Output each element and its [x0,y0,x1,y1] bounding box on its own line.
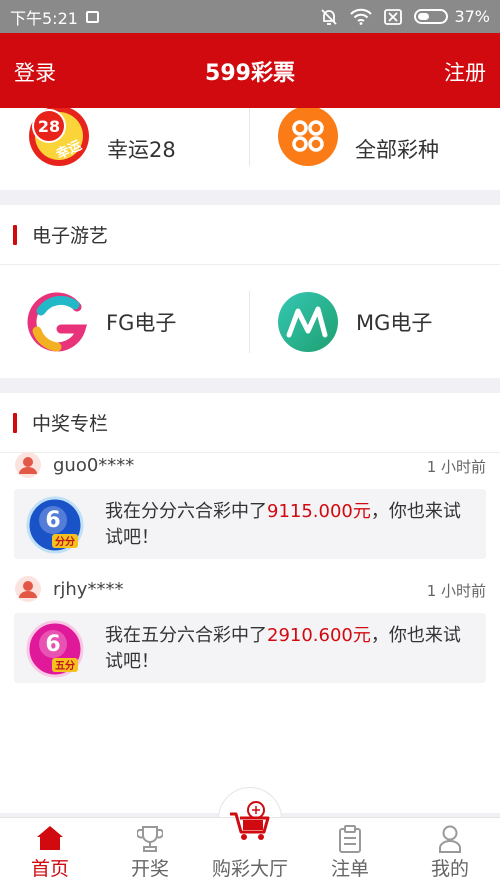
winner-message[interactable]: 6 五分 我在五分六合彩中了2910.600元，你也来试试吧！ [14,613,486,683]
tab-label: 购彩大厅 [211,858,288,880]
tab-home[interactable]: 首页 [0,818,100,888]
section-header: 中奖专栏 [0,393,500,453]
lottery-ball-icon: 6 五分 [26,620,84,678]
game-label: MG电子 [356,310,433,335]
winner-time: 1 小时前 [426,582,486,600]
lottery-row: 28 幸运 幸运28 全部彩种 [0,108,500,190]
tab-lottery-hall[interactable]: 购彩大厅 [200,801,300,888]
cart-icon [230,801,270,840]
games-section: 电子游艺 FG电子 MG电子 [0,205,500,378]
win-amount: 2910.600元 [267,625,371,646]
user-icon [439,825,461,853]
fg-logo-icon [27,291,88,352]
svg-text:6: 6 [45,632,60,657]
section-marker [13,224,17,245]
svg-text:分分: 分分 [55,535,75,548]
lottery-item-lucky28[interactable]: 28 幸运 幸运28 [27,108,176,190]
tab-label: 首页 [30,858,69,880]
tab-mine[interactable]: 我的 [400,818,500,888]
avatar-icon [15,576,41,602]
trophy-icon [137,826,163,852]
tab-label: 我的 [430,858,469,880]
tab-orders[interactable]: 注单 [300,818,400,888]
section-marker [13,412,17,433]
tab-results[interactable]: 开奖 [100,818,200,888]
register-button[interactable]: 注册 [444,57,486,87]
section-header: 电子游艺 [0,205,500,265]
tab-label: 开奖 [130,858,169,880]
lottery-label: 全部彩种 [355,138,439,162]
all-lotteries-icon [278,108,338,166]
page-title: 599彩票 [205,61,295,86]
status-time: 下午5:21 [10,8,78,28]
notification-icon [85,10,99,23]
win-amount: 9115.000元 [267,501,371,522]
svg-text:五分: 五分 [55,659,75,672]
lottery-item-all[interactable]: 全部彩种 [277,108,439,190]
mute-bell-icon [321,8,338,25]
winner-username: rjhy**** [53,578,124,600]
section-title: 电子游艺 [32,225,109,247]
winners-section: 中奖专栏 guo0**** 1 小时前 6 分分 我在分分六合彩中了9115.0… [0,393,500,813]
svg-text:6: 6 [45,508,60,533]
lucky28-icon: 28 幸运 [29,108,89,166]
winner-message[interactable]: 6 分分 我在分分六合彩中了9115.000元，你也来试试吧！ [14,489,486,559]
avatar-icon [15,452,41,478]
winner-text: 我在五分六合彩中了2910.600元，你也来试试吧！ [105,625,461,672]
game-label: FG电子 [106,310,177,335]
mg-logo-icon [278,291,338,352]
game-item-fg[interactable]: FG电子 [27,265,176,378]
winner-text: 我在分分六合彩中了9115.000元，你也来试试吧！ [105,501,461,548]
app-header: 登录 599彩票 注册 [0,33,500,108]
status-bar: 下午5:21 37% [0,0,500,33]
home-icon [37,826,63,850]
divider [249,108,250,166]
clipboard-icon [339,825,361,853]
battery-icon [414,9,449,24]
wifi-icon [350,8,373,25]
no-sim-icon [384,8,403,25]
winner-time: 1 小时前 [426,458,486,476]
tab-bar: 首页 开奖 购彩大厅 注单 我的 [0,801,500,888]
section-title: 中奖专栏 [32,413,109,435]
game-item-mg[interactable]: MG电子 [277,265,432,378]
svg-text:28: 28 [38,117,60,136]
lottery-ball-icon: 6 分分 [26,496,84,554]
winner-username: guo0**** [53,454,135,476]
divider [249,291,250,353]
lottery-label: 幸运28 [107,138,176,162]
tab-label: 注单 [330,858,369,880]
battery-level: 37% [454,7,490,26]
